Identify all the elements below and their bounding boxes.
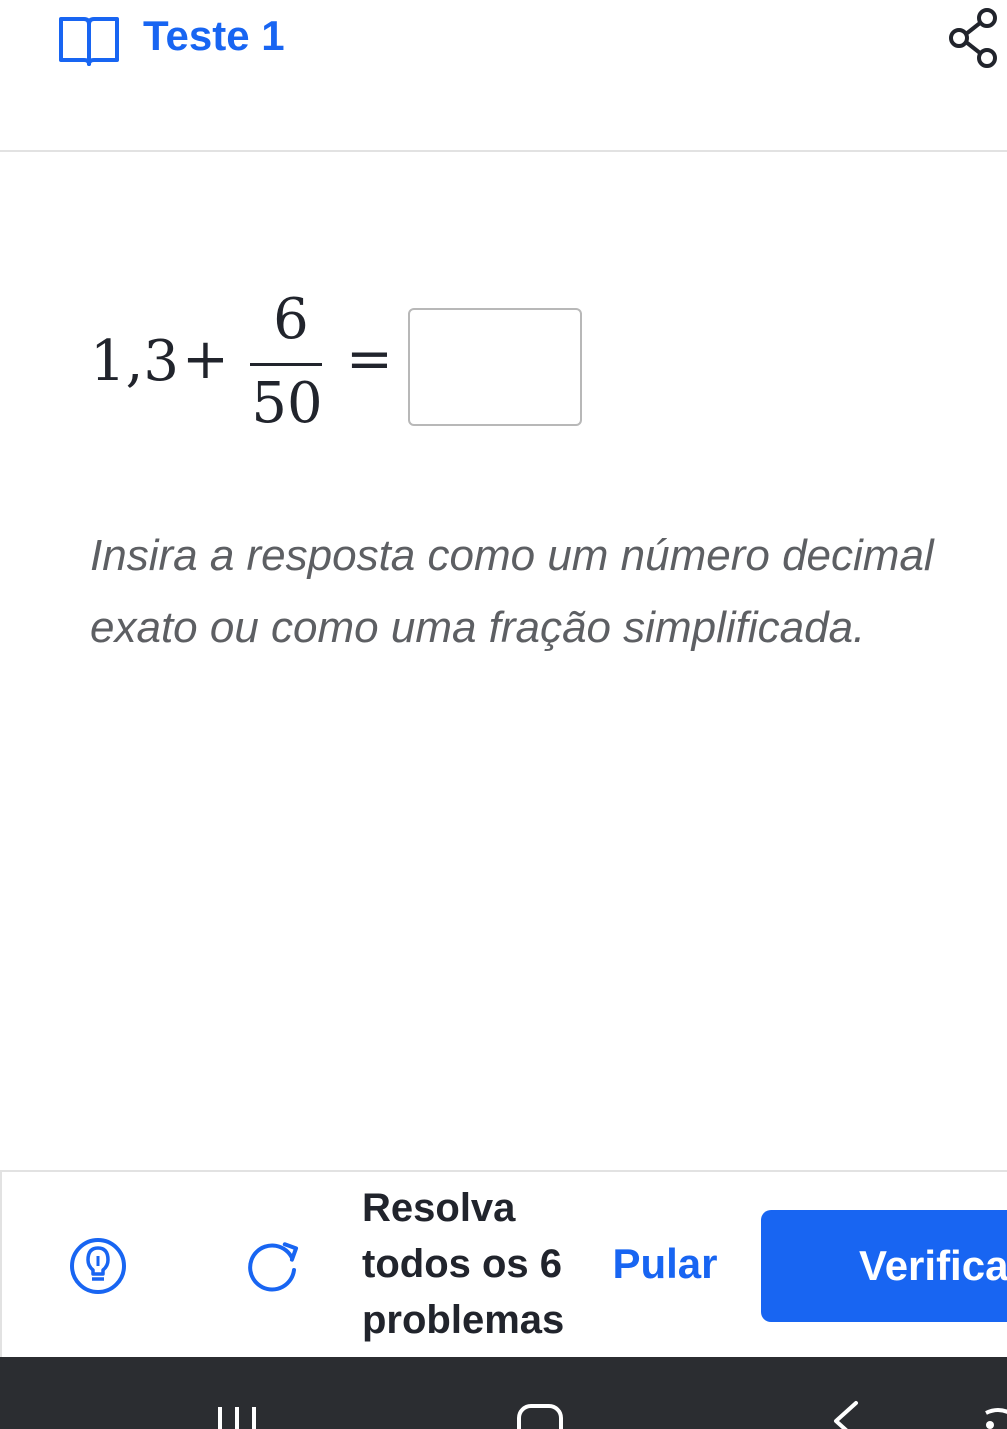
fraction-numerator: 6 xyxy=(273,287,309,352)
equals-sign: = xyxy=(346,327,393,392)
back-icon[interactable] xyxy=(826,1399,866,1429)
redo-icon[interactable] xyxy=(242,1236,302,1296)
fraction-bar xyxy=(250,363,322,366)
bottom-toolbar: Resolva todos os 6 problemas Pular Verif… xyxy=(0,1170,1007,1357)
solve-all-problems-label: Resolva todos os 6 problemas xyxy=(362,1186,565,1342)
home-icon[interactable] xyxy=(516,1403,564,1429)
decimal-term: 1,3 xyxy=(90,329,180,394)
quiz-header: Teste 1 xyxy=(0,0,1007,152)
hint-lightbulb-icon[interactable] xyxy=(68,1236,128,1296)
fraction-denominator: 50 xyxy=(251,371,323,436)
share-icon[interactable] xyxy=(945,6,1005,68)
skip-button[interactable]: Pular xyxy=(602,1232,728,1296)
system-navigation-bar xyxy=(0,1357,1007,1429)
answer-input[interactable] xyxy=(408,308,582,426)
accessibility-icon[interactable] xyxy=(978,1407,1007,1429)
answer-instructions: Insira a resposta como um número decimal… xyxy=(90,531,934,652)
plus-operator: + xyxy=(182,327,229,392)
open-book-icon[interactable] xyxy=(58,16,120,68)
quiz-title: Teste 1 xyxy=(143,12,285,59)
check-answer-button[interactable]: Verifica xyxy=(761,1210,1007,1322)
recent-apps-icon[interactable] xyxy=(214,1403,260,1429)
